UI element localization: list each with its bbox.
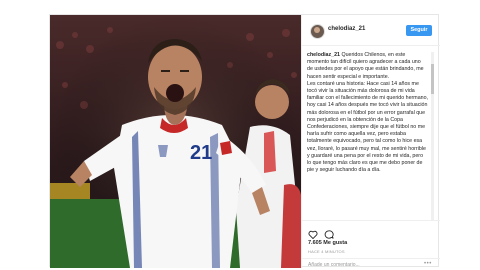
- post-timestamp[interactable]: HACE 4 MINUTOS: [308, 249, 345, 254]
- avatar[interactable]: [310, 24, 325, 39]
- caption-paragraph-2: Les contaré una historia: Hace casi 14 a…: [307, 80, 428, 174]
- post-header: chelodiaz_21 Seguir: [302, 15, 440, 46]
- caption-paragraph-1: chelodiaz_21 Queridos Chilenos, en este …: [307, 52, 428, 81]
- caption-scrollbar[interactable]: [431, 52, 434, 220]
- follow-button[interactable]: Seguir: [406, 25, 432, 36]
- post-photo[interactable]: 21: [50, 15, 301, 268]
- comment-box: •••: [302, 258, 440, 270]
- scrollbar-thumb[interactable]: [431, 64, 434, 94]
- likes-count[interactable]: 7.605 Me gusta: [308, 240, 347, 246]
- username-link[interactable]: chelodiaz_21: [328, 26, 365, 32]
- instagram-post: 21 chelodiaz_21 Seguir chelodiaz_21 Quer…: [49, 14, 440, 269]
- post-actions: 7.605 Me gusta HACE 4 MINUTOS •••: [302, 220, 440, 269]
- post-sidebar: chelodiaz_21 Seguir chelodiaz_21 Querido…: [301, 15, 440, 269]
- caption-username[interactable]: chelodiaz_21: [307, 52, 340, 58]
- post-caption: chelodiaz_21 Queridos Chilenos, en este …: [307, 52, 428, 220]
- blurred-player-right: [281, 184, 301, 268]
- jersey-number: 21: [190, 142, 212, 164]
- photo-illustration: 21: [50, 15, 301, 268]
- comment-input[interactable]: [308, 261, 408, 269]
- more-options-button[interactable]: •••: [424, 261, 432, 267]
